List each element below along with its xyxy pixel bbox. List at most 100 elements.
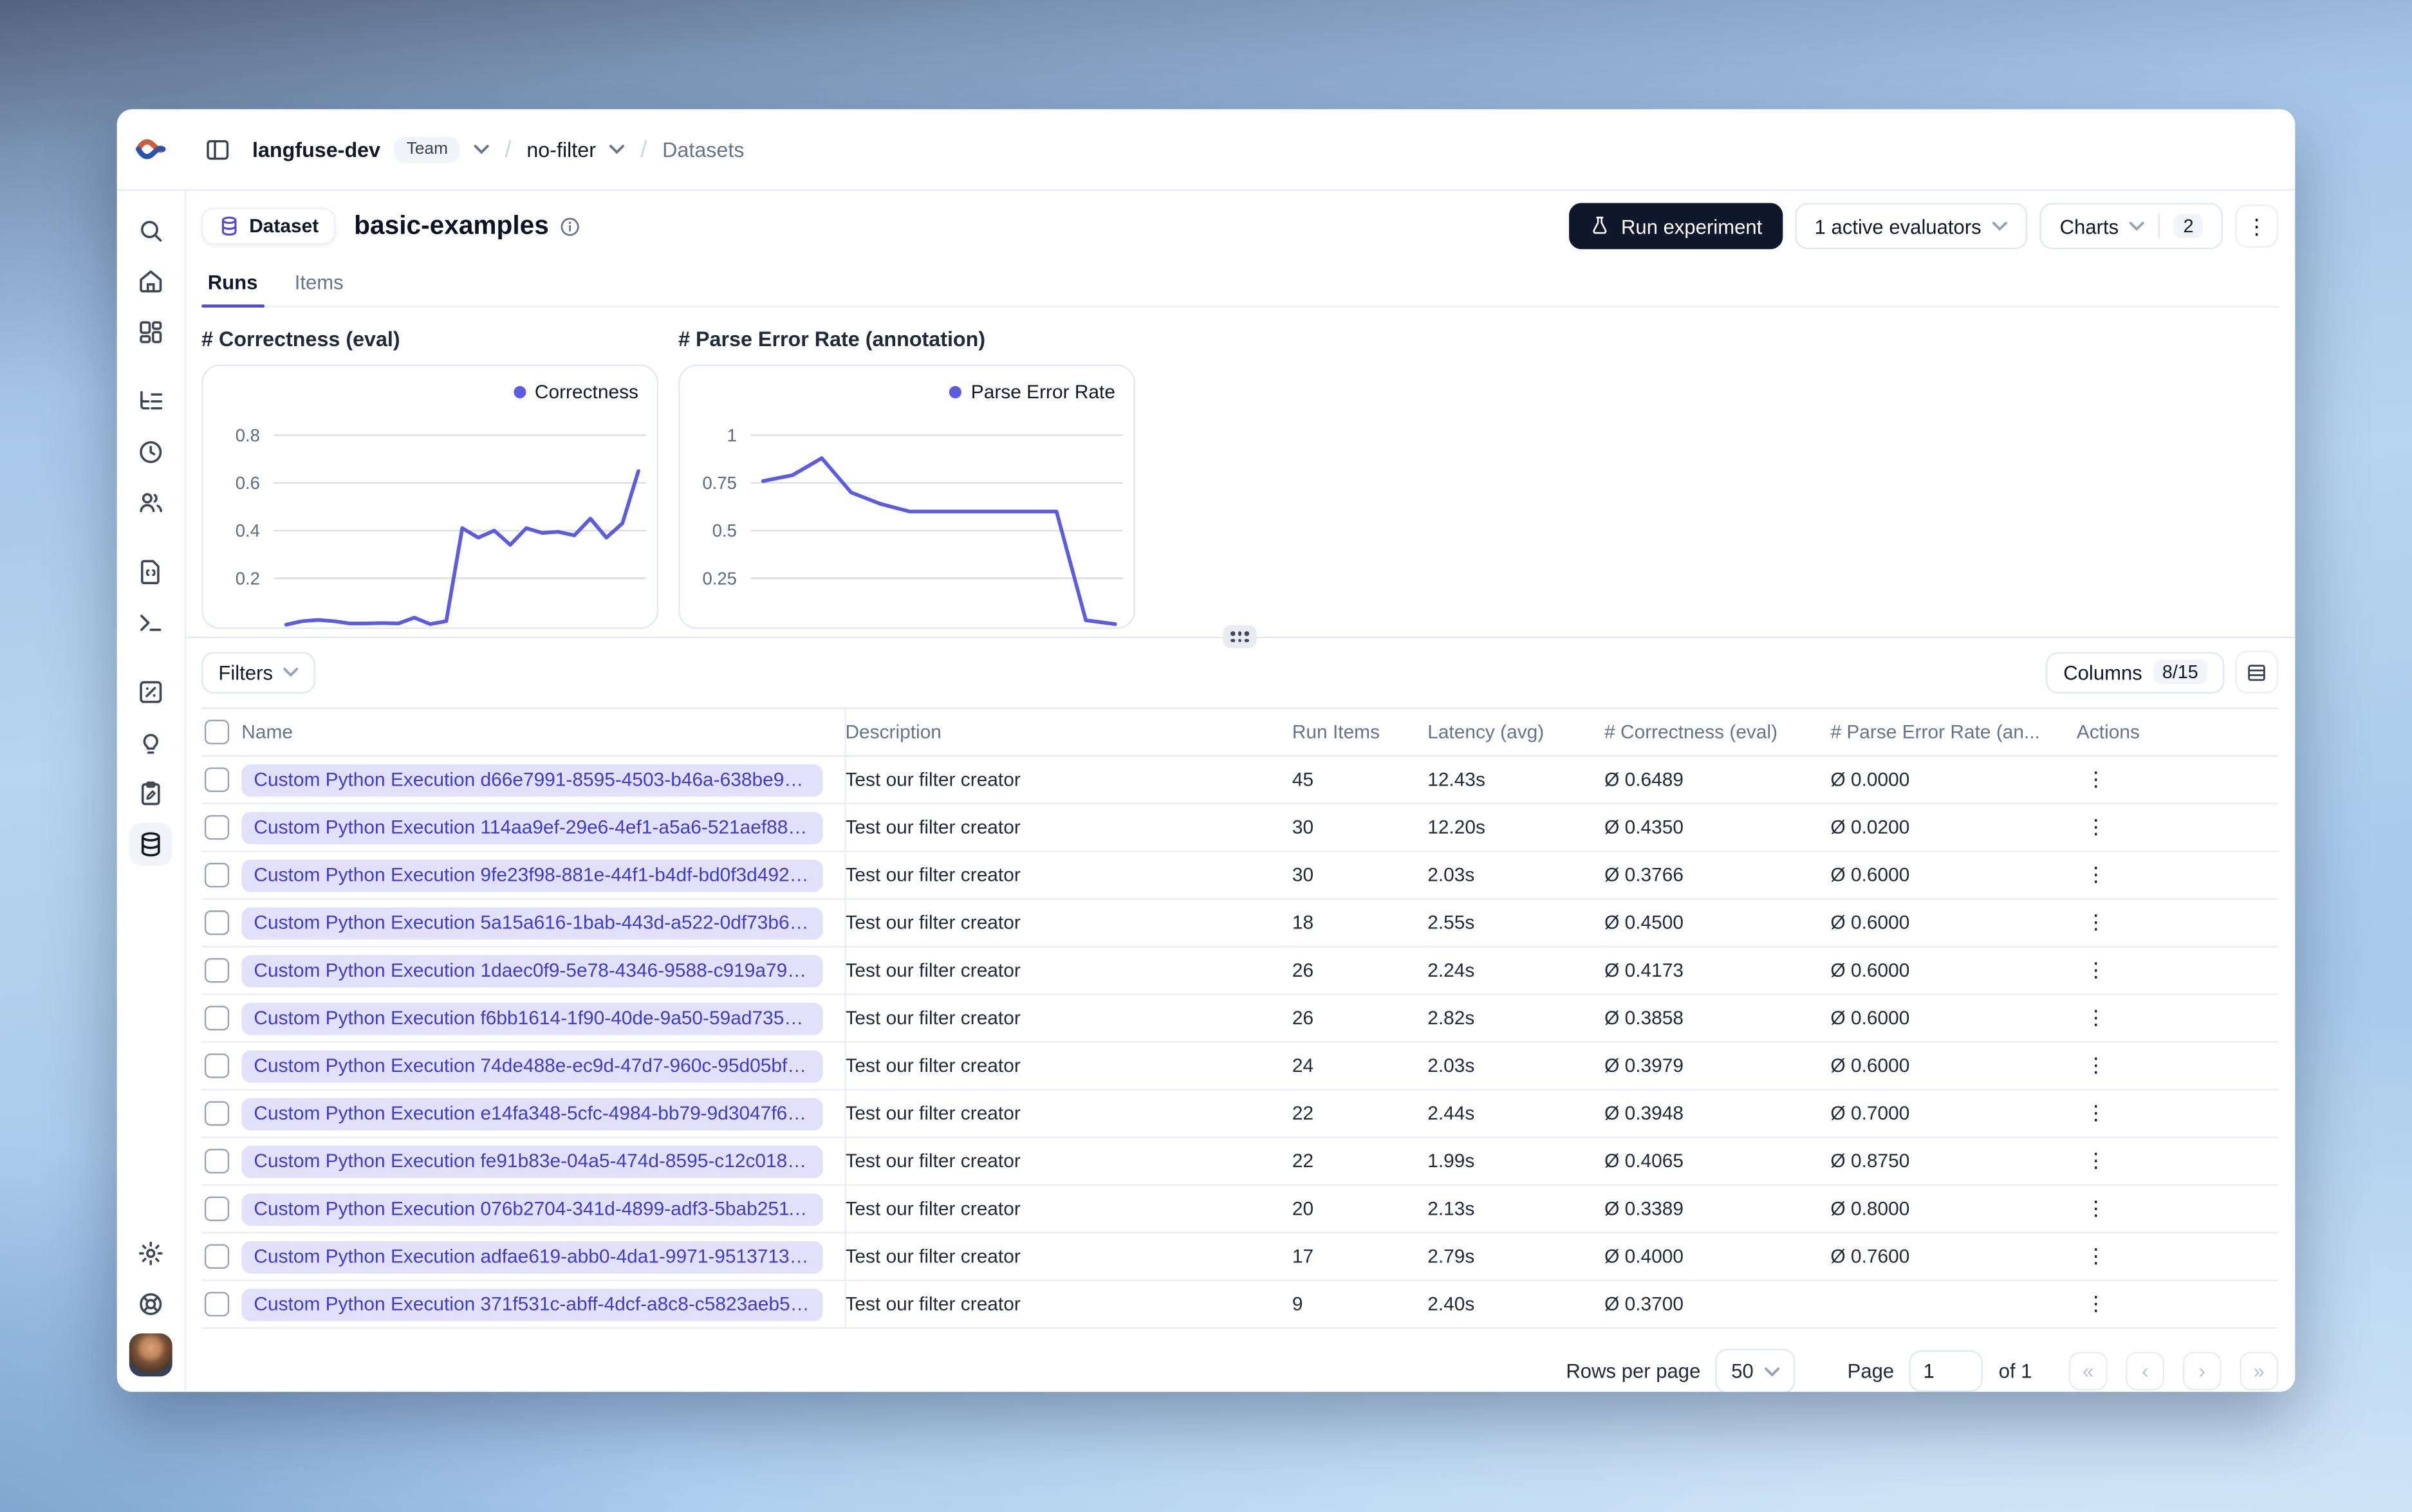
breadcrumb-section[interactable]: Datasets <box>662 138 744 161</box>
sidebar-item-home[interactable] <box>129 260 172 303</box>
last-page-button[interactable]: » <box>2240 1352 2279 1390</box>
resize-drag-handle[interactable] <box>1223 625 1257 649</box>
run-name-link[interactable]: Custom Python Execution 5a15a616-1bab-44… <box>241 907 822 939</box>
sidebar-item-tracing[interactable] <box>129 380 172 423</box>
correctness-value: Ø 0.3389 <box>1604 1185 1831 1234</box>
run-name-link[interactable]: Custom Python Execution adfae619-abb0-4d… <box>241 1240 822 1273</box>
run-name-link[interactable]: Custom Python Execution 9fe23f98-881e-44… <box>241 858 822 892</box>
column-header-parse-error[interactable]: # Parse Error Rate (an... <box>1830 707 2055 757</box>
sidebar-item-prompts[interactable] <box>129 551 172 594</box>
row-checkbox[interactable] <box>204 1292 228 1316</box>
sidebar-item-search[interactable] <box>129 209 172 252</box>
row-actions-kebab[interactable]: ⋮ <box>2077 1006 2115 1030</box>
row-checkbox[interactable] <box>204 1053 228 1078</box>
run-experiment-button[interactable]: Run experiment <box>1568 203 1783 250</box>
row-actions-kebab[interactable]: ⋮ <box>2077 1197 2115 1221</box>
filters-button[interactable]: Filters <box>201 651 316 693</box>
user-avatar[interactable] <box>129 1333 172 1377</box>
tab-runs[interactable]: Runs <box>201 263 263 308</box>
svg-text:1: 1 <box>727 425 737 445</box>
row-checkbox[interactable] <box>204 768 228 792</box>
row-checkbox[interactable] <box>204 910 228 935</box>
next-page-button[interactable]: › <box>2182 1352 2222 1390</box>
org-switcher-chevron[interactable] <box>474 145 490 154</box>
page-number-input[interactable] <box>1909 1350 1983 1392</box>
row-actions-kebab[interactable]: ⋮ <box>2077 1244 2115 1269</box>
run-name-link[interactable]: Custom Python Execution 1daec0f9-5e78-43… <box>241 954 822 987</box>
table-row: Custom Python Execution 1daec0f9-5e78-43… <box>201 946 2279 995</box>
row-checkbox[interactable] <box>204 1149 228 1174</box>
sidebar-item-users[interactable] <box>129 481 172 524</box>
column-header-name[interactable]: Name <box>241 707 846 757</box>
correctness-value: Ø 0.4173 <box>1604 946 1831 995</box>
row-checkbox[interactable] <box>204 1006 228 1030</box>
sidebar-item-playground[interactable] <box>129 602 172 645</box>
info-icon[interactable] <box>558 214 581 237</box>
runs-table: Name Description Run Items Latency (avg)… <box>201 707 2279 1329</box>
select-all-checkbox[interactable] <box>204 720 228 744</box>
correctness-value: Ø 0.3700 <box>1604 1280 1831 1329</box>
column-header-latency[interactable]: Latency (avg) <box>1427 707 1605 757</box>
column-header-correctness[interactable]: # Correctness (eval) <box>1604 707 1831 757</box>
table-row: Custom Python Execution e14fa348-5cfc-49… <box>201 1089 2279 1138</box>
column-header-description[interactable]: Description <box>844 707 1292 757</box>
row-actions-kebab[interactable]: ⋮ <box>2077 768 2115 792</box>
row-checkbox[interactable] <box>204 958 228 982</box>
run-name-link[interactable]: Custom Python Execution e14fa348-5cfc-49… <box>241 1097 822 1130</box>
row-actions-kebab[interactable]: ⋮ <box>2077 863 2115 887</box>
row-actions-kebab[interactable]: ⋮ <box>2077 1101 2115 1125</box>
home-icon <box>140 270 162 293</box>
run-name-link[interactable]: Custom Python Execution 076b2704-341d-48… <box>241 1192 822 1225</box>
columns-button[interactable]: Columns 8/15 <box>2046 651 2225 693</box>
row-actions-kebab[interactable]: ⋮ <box>2077 1053 2115 1078</box>
row-actions-kebab[interactable]: ⋮ <box>2077 1149 2115 1174</box>
dataset-entity-badge: Dataset <box>201 207 336 245</box>
run-items-value: 24 <box>1292 1042 1428 1091</box>
row-checkbox[interactable] <box>204 815 228 840</box>
active-evaluators-dropdown[interactable]: 1 active evaluators <box>1794 203 2028 250</box>
row-actions-kebab[interactable]: ⋮ <box>2077 958 2115 982</box>
row-actions-kebab[interactable]: ⋮ <box>2077 910 2115 935</box>
latency-value: 12.43s <box>1427 755 1605 805</box>
project-name[interactable]: no-filter <box>526 138 596 161</box>
sidebar-item-sessions[interactable] <box>129 430 172 474</box>
sidebar-item-annotation[interactable] <box>129 772 172 815</box>
run-name-link[interactable]: Custom Python Execution fe91b83e-04a5-47… <box>241 1145 822 1177</box>
page-actions-kebab-button[interactable]: ⋮ <box>2235 204 2279 248</box>
parse-error-value: Ø 0.8750 <box>1830 1137 2055 1186</box>
row-actions-kebab[interactable]: ⋮ <box>2077 1292 2115 1316</box>
project-switcher-chevron[interactable] <box>609 145 625 154</box>
table-toolbar: Filters Columns 8/15 <box>201 650 2279 694</box>
charts-dropdown[interactable]: Charts 2 <box>2039 203 2223 250</box>
sidebar-item-scores[interactable] <box>129 670 172 714</box>
row-actions-kebab[interactable]: ⋮ <box>2077 815 2115 840</box>
page-header: Dataset basic-examples Run experiment 1 … <box>201 203 2279 250</box>
row-checkbox[interactable] <box>204 1102 228 1126</box>
sidebar-item-dashboards[interactable] <box>129 311 172 354</box>
run-name-link[interactable]: Custom Python Execution f6bb1614-1f90-40… <box>241 1002 822 1035</box>
sidebar-item-insights[interactable] <box>129 721 172 764</box>
prev-page-button[interactable]: ‹ <box>2126 1352 2165 1390</box>
rows-per-page-select[interactable]: 50 <box>1716 1349 1795 1392</box>
row-height-button[interactable] <box>2235 650 2279 694</box>
tab-items[interactable]: Items <box>292 263 347 306</box>
run-name-link[interactable]: Custom Python Execution 371f531c-abff-4d… <box>241 1287 822 1321</box>
parse-error-value: Ø 0.6000 <box>1830 851 2055 900</box>
run-items-value: 30 <box>1292 851 1428 900</box>
sidebar-item-support[interactable] <box>129 1283 172 1326</box>
row-checkbox[interactable] <box>204 1244 228 1269</box>
org-name[interactable]: langfuse-dev <box>252 138 380 161</box>
svg-text:0.75: 0.75 <box>702 473 736 493</box>
run-name-link[interactable]: Custom Python Execution 74de488e-ec9d-47… <box>241 1049 822 1082</box>
breadcrumb-separator: / <box>640 136 647 163</box>
sidebar-item-settings[interactable] <box>129 1232 172 1275</box>
row-checkbox[interactable] <box>204 863 228 887</box>
column-header-run-items[interactable]: Run Items <box>1292 707 1428 757</box>
first-page-button[interactable]: « <box>2068 1352 2108 1390</box>
run-name-link[interactable]: Custom Python Execution 114aa9ef-29e6-4e… <box>241 811 822 844</box>
sidebar-item-datasets[interactable] <box>129 822 172 866</box>
run-name-link[interactable]: Custom Python Execution d66e7991-8595-45… <box>241 763 822 796</box>
gear-icon <box>138 1241 163 1266</box>
sidebar-toggle-button[interactable] <box>201 133 234 165</box>
row-checkbox[interactable] <box>204 1197 228 1221</box>
